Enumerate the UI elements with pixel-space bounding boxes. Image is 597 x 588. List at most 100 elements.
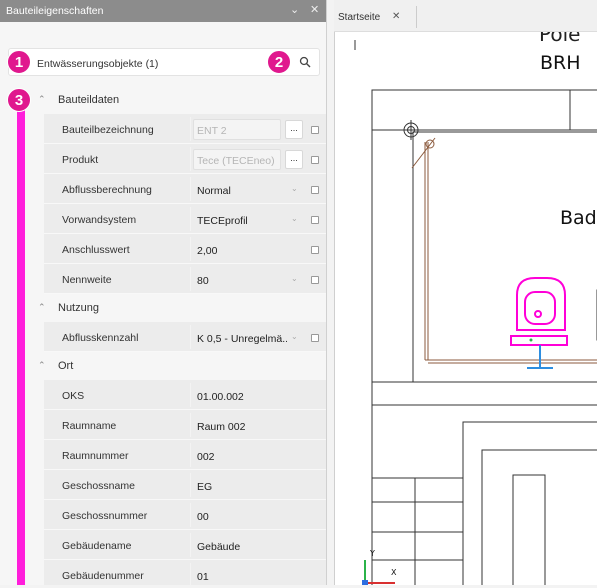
property-value: Normal bbox=[197, 185, 231, 197]
property-value-field[interactable]: ⌄ Normal bbox=[190, 177, 322, 201]
property-label: Geschossnummer bbox=[62, 510, 148, 522]
property-value: 00 bbox=[197, 511, 209, 523]
property-row: OKS 01.00.002 bbox=[44, 380, 326, 410]
property-row: Bauteilbezeichnung... ENT 2 bbox=[44, 114, 326, 144]
lock-checkbox[interactable] bbox=[311, 156, 319, 164]
property-value: ENT 2 bbox=[197, 125, 227, 137]
property-label: OKS bbox=[62, 390, 85, 402]
property-label: Anschlusswert bbox=[62, 244, 130, 256]
property-value-field[interactable]: ⌄ K 0,5 - Unregelmä... bbox=[190, 325, 322, 349]
browse-button[interactable]: ... bbox=[285, 150, 303, 169]
property-row: Gebäudenummer 01 bbox=[44, 560, 326, 585]
property-value-field: 01 bbox=[190, 563, 322, 585]
tab-startseite[interactable]: Startseite bbox=[338, 12, 380, 23]
chevron-up-icon[interactable]: ⌃ bbox=[38, 302, 46, 313]
property-label: Geschossname bbox=[62, 480, 135, 492]
property-label: Nennweite bbox=[62, 274, 112, 286]
property-label: Abflussberechnung bbox=[62, 184, 152, 196]
property-label: Raumnummer bbox=[62, 450, 129, 462]
floor-plan bbox=[354, 40, 597, 588]
property-value-field[interactable]: 2,00 bbox=[190, 237, 322, 261]
chevron-down-icon[interactable]: ⌄ bbox=[290, 3, 299, 16]
search-button[interactable] bbox=[293, 49, 317, 75]
property-row: Gebäudename Gebäude bbox=[44, 530, 326, 560]
chevron-up-icon[interactable]: ⌃ bbox=[38, 360, 46, 371]
lock-checkbox[interactable] bbox=[311, 186, 319, 194]
lock-checkbox[interactable] bbox=[311, 216, 319, 224]
property-value: 80 bbox=[197, 275, 209, 287]
group-label: Bauteildaten bbox=[58, 94, 120, 106]
lock-checkbox[interactable] bbox=[311, 276, 319, 284]
property-value: 01.00.002 bbox=[197, 391, 244, 403]
property-row: Anschlusswert 2,00 bbox=[44, 234, 326, 264]
close-icon[interactable]: ✕ bbox=[392, 11, 400, 22]
property-value: EG bbox=[197, 481, 213, 493]
highlight-bar bbox=[17, 110, 25, 585]
property-value-field[interactable]: ... Tece (TECEneo) W bbox=[190, 147, 322, 171]
property-label: Produkt bbox=[62, 154, 99, 166]
document-tabbar: Startseite ✕ bbox=[334, 0, 597, 32]
panel-header: Bauteileigenschaften ⌄ ✕ bbox=[0, 0, 326, 22]
axis-y-label: Y bbox=[370, 549, 375, 558]
chevron-down-icon[interactable]: ⌄ bbox=[291, 274, 298, 283]
property-row: Abflusskennzahl ⌄ K 0,5 - Unregelmä... bbox=[44, 322, 326, 352]
property-value-field: 00 bbox=[190, 503, 322, 527]
chevron-down-icon[interactable]: ⌄ bbox=[291, 214, 298, 223]
property-row: Abflussberechnung ⌄ Normal bbox=[44, 174, 326, 204]
property-value: 2,00 bbox=[197, 245, 218, 257]
lock-checkbox[interactable] bbox=[311, 334, 319, 342]
property-value-field[interactable]: ⌄ TECEprofil bbox=[190, 207, 322, 231]
toilet-fixture[interactable] bbox=[510, 277, 568, 346]
property-value: TECEprofil bbox=[197, 215, 248, 227]
property-value-field: Gebäude bbox=[190, 533, 322, 557]
property-row: Geschossnummer 00 bbox=[44, 500, 326, 530]
properties-panel: Bauteileigenschaften ⌄ ✕ Entwässerungsob… bbox=[0, 0, 327, 585]
property-label: Gebäudename bbox=[62, 540, 132, 552]
property-value-field: 002 bbox=[190, 443, 322, 467]
group-label: Nutzung bbox=[58, 302, 99, 314]
lock-checkbox[interactable] bbox=[311, 126, 319, 134]
property-value: Gebäude bbox=[197, 541, 241, 553]
property-value-field[interactable]: ⌄ 80 bbox=[190, 267, 322, 291]
property-row: Geschossname EG bbox=[44, 470, 326, 500]
property-value-field[interactable]: ... ENT 2 bbox=[190, 117, 322, 141]
property-row: Raumname Raum 002 bbox=[44, 410, 326, 440]
group-header[interactable]: ⌃ Bauteildaten bbox=[0, 86, 326, 114]
property-label: Bauteilbezeichnung bbox=[62, 124, 154, 136]
property-value: Tece (TECEneo) W bbox=[197, 155, 277, 167]
chevron-up-icon[interactable]: ⌃ bbox=[38, 94, 46, 105]
group-header[interactable]: ⌃ Ort bbox=[0, 352, 326, 380]
badge-2: 2 bbox=[267, 50, 291, 74]
property-value: 01 bbox=[197, 571, 209, 583]
property-value-field: Raum 002 bbox=[190, 413, 322, 437]
property-value-field: EG bbox=[190, 473, 322, 497]
panel-title: Bauteileigenschaften bbox=[6, 5, 104, 17]
property-label: Abflusskennzahl bbox=[62, 332, 139, 344]
property-value: 002 bbox=[197, 451, 215, 463]
drawing-canvas[interactable]: Pole BRH Bad Y X bbox=[334, 0, 597, 588]
property-label: Vorwandsystem bbox=[62, 214, 137, 226]
property-label: Gebäudenummer bbox=[62, 570, 144, 582]
property-row: Raumnummer 002 bbox=[44, 440, 326, 470]
object-filter-label: Entwässerungsobjekte (1) bbox=[37, 58, 159, 70]
group-header[interactable]: ⌃ Nutzung bbox=[0, 294, 326, 322]
property-row: Vorwandsystem ⌄ TECEprofil bbox=[44, 204, 326, 234]
badge-3: 3 bbox=[7, 88, 31, 112]
chevron-down-icon[interactable]: ⌄ bbox=[291, 332, 298, 341]
property-label: Raumname bbox=[62, 420, 117, 432]
drawing-text-brh: BRH bbox=[540, 52, 581, 74]
badge-1: 1 bbox=[7, 50, 31, 74]
property-value-field: 01.00.002 bbox=[190, 383, 322, 407]
property-row: Produkt... Tece (TECEneo) W bbox=[44, 144, 326, 174]
chevron-down-icon[interactable]: ⌄ bbox=[291, 184, 298, 193]
lock-checkbox[interactable] bbox=[311, 246, 319, 254]
search-icon bbox=[299, 56, 311, 68]
property-value: Raum 002 bbox=[197, 421, 246, 433]
property-value: K 0,5 - Unregelmä... bbox=[197, 333, 287, 345]
axis-x-label: X bbox=[391, 568, 397, 577]
group-label: Ort bbox=[58, 360, 74, 372]
drain-pipe bbox=[527, 345, 553, 369]
property-row: Nennweite ⌄ 80 bbox=[44, 264, 326, 294]
browse-button[interactable]: ... bbox=[285, 120, 303, 139]
close-icon[interactable]: ✕ bbox=[310, 3, 319, 16]
